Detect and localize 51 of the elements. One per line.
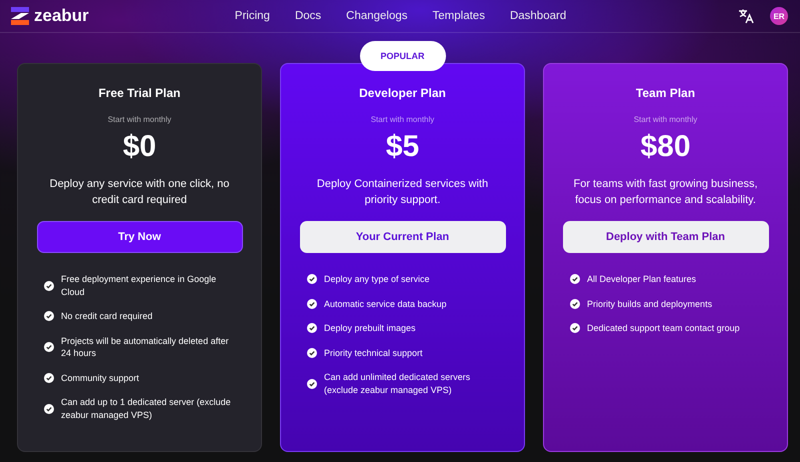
plan-button[interactable]: Try Now: [36, 221, 242, 253]
check-icon: [44, 342, 54, 352]
nav-link[interactable]: Pricing: [234, 10, 270, 22]
logo-icon: [11, 7, 29, 25]
plan-price: $80: [640, 130, 691, 164]
check-icon: [307, 323, 317, 334]
check-icon: [570, 323, 580, 334]
nav-link[interactable]: Templates: [432, 10, 485, 22]
feature-text: Community support: [61, 372, 140, 384]
plan-description: Deploy Containerized services with priority support.: [316, 177, 490, 208]
check-icon: [307, 378, 317, 388]
brand-name[interactable]: zeabur: [34, 6, 89, 26]
feature-text: Deploy prebuilt images: [324, 322, 416, 334]
check-icon: [570, 274, 580, 284]
check-icon: [44, 311, 54, 322]
feature-text: Priority builds and deployments: [587, 298, 712, 310]
feature-text: Free deployment experience in Google Cloud: [61, 273, 218, 298]
translate-icon[interactable]: [738, 8, 754, 24]
plan-title: Free Trial Plan: [98, 86, 181, 100]
plan-subtitle: Start with monthly: [370, 115, 434, 124]
check-icon: [307, 298, 317, 309]
feature-text: No credit card required: [61, 310, 153, 322]
plan-button[interactable]: Deploy with Team Plan: [562, 221, 768, 253]
plan-description: For teams with fast growing business, focus on performance and scalability.: [572, 177, 759, 208]
check-icon: [44, 404, 54, 414]
check-icon: [44, 280, 54, 290]
popular-badge: POPULAR: [360, 41, 446, 71]
feature-text: Automatic service data backup: [324, 298, 447, 310]
plan-price: $5: [386, 130, 420, 164]
check-icon: [307, 274, 317, 284]
feature-text: Dedicated support team contact group: [587, 322, 740, 334]
plan-subtitle: Start with monthly: [634, 115, 698, 124]
check-icon: [307, 348, 317, 358]
plan-button[interactable]: Your Current Plan: [300, 221, 506, 253]
feature-text: Projects will be automatically deleted after 24 hours: [61, 334, 230, 360]
feature-text: Deploy any type of service: [324, 273, 430, 286]
nav-link[interactable]: Changelogs: [346, 10, 408, 22]
plan-title: Developer Plan: [359, 86, 446, 100]
nav-link[interactable]: Docs: [294, 10, 322, 22]
avatar[interactable]: ER: [770, 7, 788, 25]
nav-link[interactable]: Dashboard: [510, 10, 566, 22]
feature-text: Priority technical support: [324, 346, 423, 359]
feature-text: All Developer Plan features: [587, 273, 696, 286]
feature-text: Can add unlimited dedicated servers (exclude zeabur managed VPS): [324, 371, 472, 396]
check-icon: [570, 298, 580, 309]
check-icon: [44, 372, 54, 383]
plan-subtitle: Start with monthly: [108, 115, 172, 124]
plan-description: Deploy any service with one click, no credit card required: [48, 177, 230, 208]
plan-price: $0: [122, 130, 156, 164]
plan-title: Team Plan: [636, 86, 696, 100]
feature-text: Can add up to 1 dedicated server (exclude zeabur managed VPS): [61, 396, 232, 421]
